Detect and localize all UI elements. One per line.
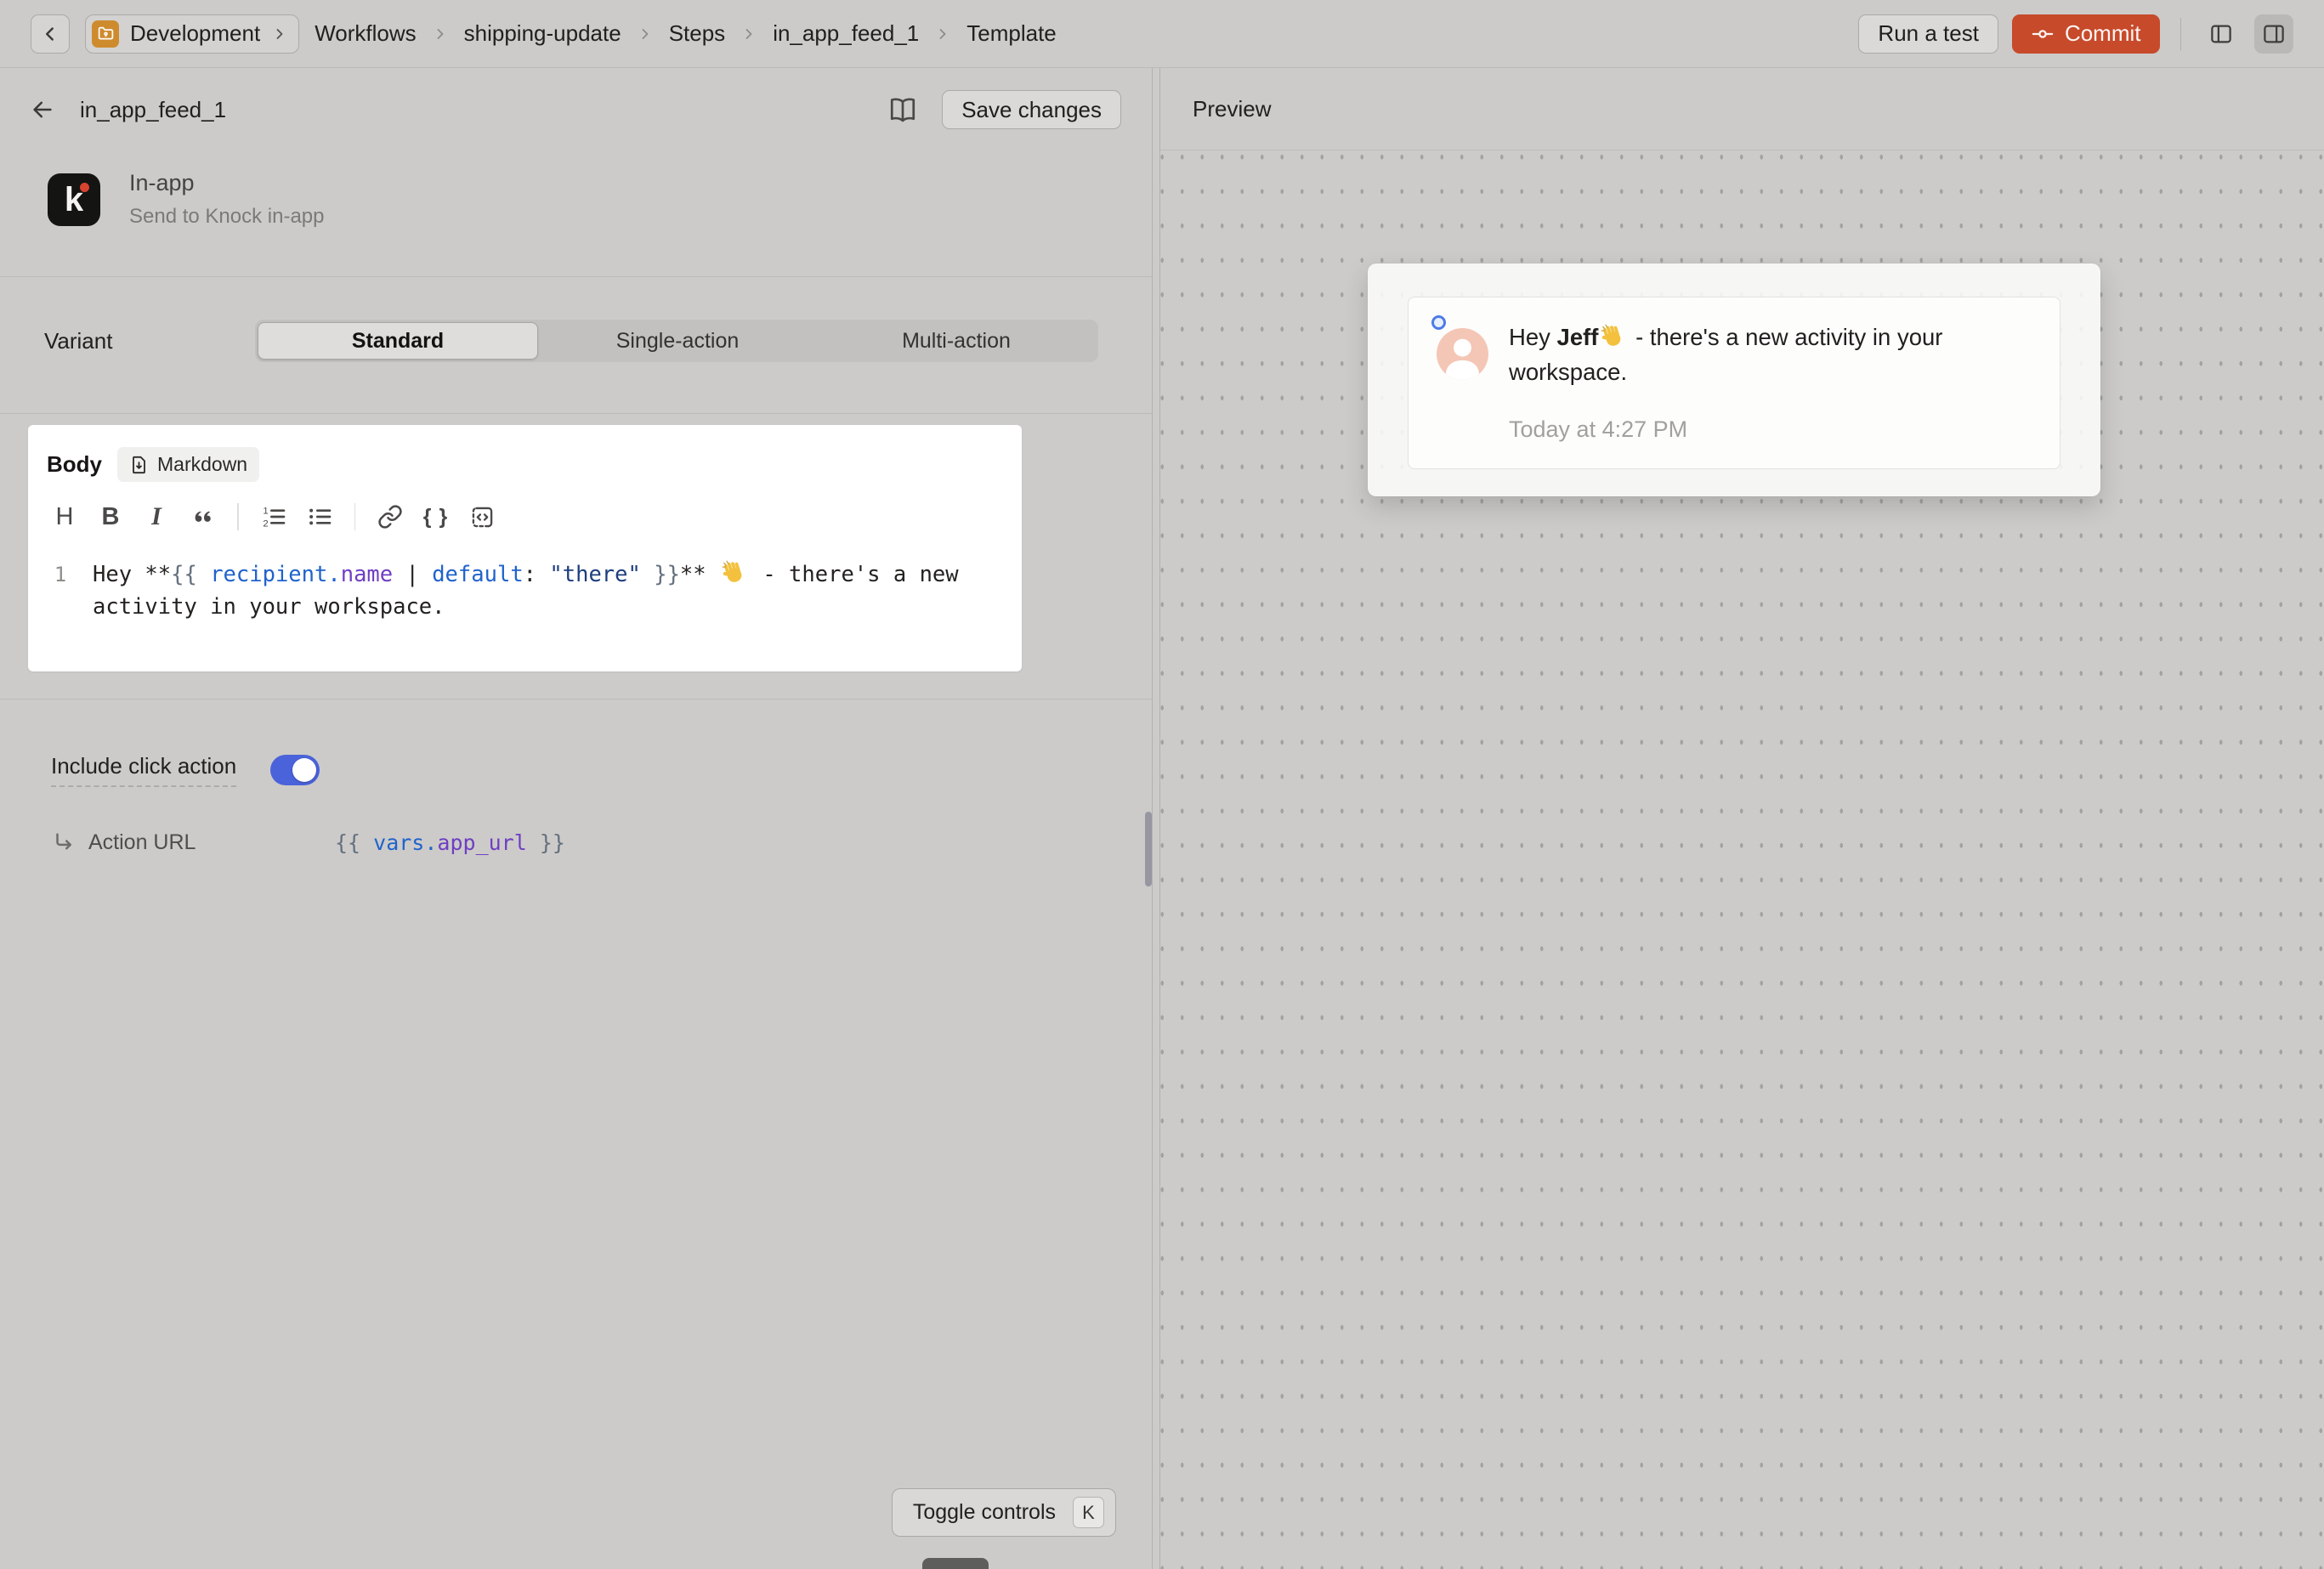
link-icon[interactable]	[372, 499, 408, 535]
panel-left-icon	[2208, 21, 2234, 47]
toolbar-divider	[354, 503, 356, 530]
preview-panel: Preview Hey Jeff - there's a new activit…	[1159, 68, 2324, 1569]
channel-summary: k In-app Send to Knock in-app	[0, 146, 1152, 276]
variable-braces-icon[interactable]: { }	[418, 499, 454, 535]
toggle-controls-button[interactable]: Toggle controls K	[892, 1488, 1116, 1537]
svg-text:1: 1	[263, 507, 268, 517]
run-a-test-button[interactable]: Run a test	[1858, 14, 1998, 54]
click-action-section: Include click action Action URL {{ vars.…	[0, 700, 1152, 855]
body-code-editor[interactable]: 1 Hey **{{ recipient.name | default: "th…	[28, 558, 1022, 623]
variant-option-single-action[interactable]: Single-action	[538, 322, 817, 360]
bold-icon[interactable]: B	[93, 499, 128, 535]
toggle-right-panel-button[interactable]	[2254, 14, 2293, 54]
template-editor-panel: in_app_feed_1 Save changes k In-app Send…	[0, 68, 1153, 1569]
bullet-list-icon[interactable]	[302, 499, 337, 535]
body-editor-card: Body Markdown H B I 12	[28, 425, 1022, 671]
commit-button[interactable]: Commit	[2012, 14, 2160, 54]
preview-canvas: Hey Jeff - there's a new activity in you…	[1160, 150, 2324, 1569]
wave-emoji-icon	[1601, 324, 1626, 349]
breadcrumb-steps[interactable]: Steps	[669, 20, 726, 47]
knock-logo-dot	[80, 183, 89, 192]
back-button[interactable]	[31, 14, 70, 54]
chevron-right-icon	[740, 25, 757, 42]
git-commit-icon	[2031, 22, 2055, 46]
divider	[0, 413, 1152, 414]
notification-timestamp: Today at 4:27 PM	[1509, 416, 1687, 443]
preview-title: Preview	[1193, 96, 1271, 122]
action-url-row: Action URL {{ vars.app_url }}	[51, 830, 1152, 855]
breadcrumb-workflow-key[interactable]: shipping-update	[464, 20, 621, 47]
body-code-content[interactable]: Hey **{{ recipient.name | default: "ther…	[93, 558, 994, 623]
chevron-right-icon	[271, 25, 288, 42]
step-name-title: in_app_feed_1	[80, 97, 226, 123]
notification-message: Hey Jeff - there's a new activity in you…	[1509, 320, 2019, 389]
code-block-icon[interactable]	[464, 499, 500, 535]
line-number: 1	[28, 558, 93, 623]
include-click-action-toggle[interactable]	[270, 755, 320, 785]
top-navigation-bar: Development Workflows shipping-update St…	[0, 0, 2324, 68]
avatar	[1437, 328, 1488, 380]
feed-preview-container: Hey Jeff - there's a new activity in you…	[1368, 263, 2100, 496]
keyboard-shortcut-badge: K	[1073, 1497, 1104, 1528]
scrollbar-handle[interactable]	[1145, 812, 1152, 886]
variant-segmented-control: Standard Single-action Multi-action	[255, 320, 1098, 362]
format-badge[interactable]: Markdown	[117, 447, 259, 482]
preview-header: Preview	[1160, 68, 2324, 150]
chevron-right-icon	[432, 25, 449, 42]
unread-indicator	[1431, 315, 1446, 330]
save-changes-button[interactable]: Save changes	[942, 90, 1121, 129]
bottom-dock-pill	[922, 1558, 989, 1569]
variant-label: Variant	[44, 328, 255, 354]
back-to-step-button[interactable]	[26, 93, 60, 127]
main-content: in_app_feed_1 Save changes k In-app Send…	[0, 68, 2324, 1569]
channel-description: Send to Knock in-app	[129, 205, 325, 229]
svg-text:2: 2	[263, 518, 268, 529]
topbar-actions: Run a test Commit	[1858, 14, 2293, 54]
environment-folder-icon	[92, 20, 119, 48]
environment-label: Development	[130, 20, 260, 47]
heading-icon[interactable]: H	[47, 499, 82, 535]
markdown-file-icon	[129, 455, 150, 475]
chevron-right-icon	[934, 25, 951, 42]
formatting-toolbar: H B I 12 { }	[28, 482, 1022, 535]
quote-icon[interactable]	[184, 499, 220, 535]
chevron-left-icon	[39, 23, 61, 45]
divider	[2180, 18, 2182, 50]
channel-name: In-app	[129, 170, 325, 196]
include-click-action-label[interactable]: Include click action	[51, 753, 236, 787]
arrow-left-icon	[30, 97, 55, 122]
person-icon	[1437, 328, 1488, 380]
environment-switcher[interactable]: Development	[85, 14, 299, 54]
body-field-label: Body	[47, 451, 102, 478]
variant-option-standard[interactable]: Standard	[258, 322, 538, 360]
action-url-label: Action URL	[88, 830, 301, 855]
panel-gap	[1153, 68, 1159, 1569]
italic-icon[interactable]: I	[139, 499, 174, 535]
variant-row: Variant Standard Single-action Multi-act…	[0, 277, 1152, 413]
breadcrumb-workflows[interactable]: Workflows	[315, 20, 416, 47]
action-url-value[interactable]: {{ vars.app_url }}	[335, 830, 565, 855]
breadcrumb-template[interactable]: Template	[966, 20, 1057, 47]
documentation-button[interactable]	[886, 93, 920, 127]
notification-cell[interactable]: Hey Jeff - there's a new activity in you…	[1408, 297, 2060, 469]
toggle-left-panel-button[interactable]	[2202, 14, 2241, 54]
breadcrumb-step-key[interactable]: in_app_feed_1	[773, 20, 919, 47]
book-icon	[888, 95, 917, 124]
chevron-right-icon	[637, 25, 654, 42]
recipient-name: Jeff	[1557, 324, 1599, 350]
knock-logo: k	[48, 173, 100, 226]
panel-right-icon	[2261, 21, 2287, 47]
variant-option-multi-action[interactable]: Multi-action	[817, 322, 1096, 360]
toolbar-divider	[237, 503, 239, 530]
nested-arrow-icon	[51, 830, 88, 855]
ordered-list-icon[interactable]: 12	[256, 499, 292, 535]
editor-header: in_app_feed_1 Save changes	[0, 68, 1152, 146]
wave-emoji-icon	[722, 560, 747, 586]
